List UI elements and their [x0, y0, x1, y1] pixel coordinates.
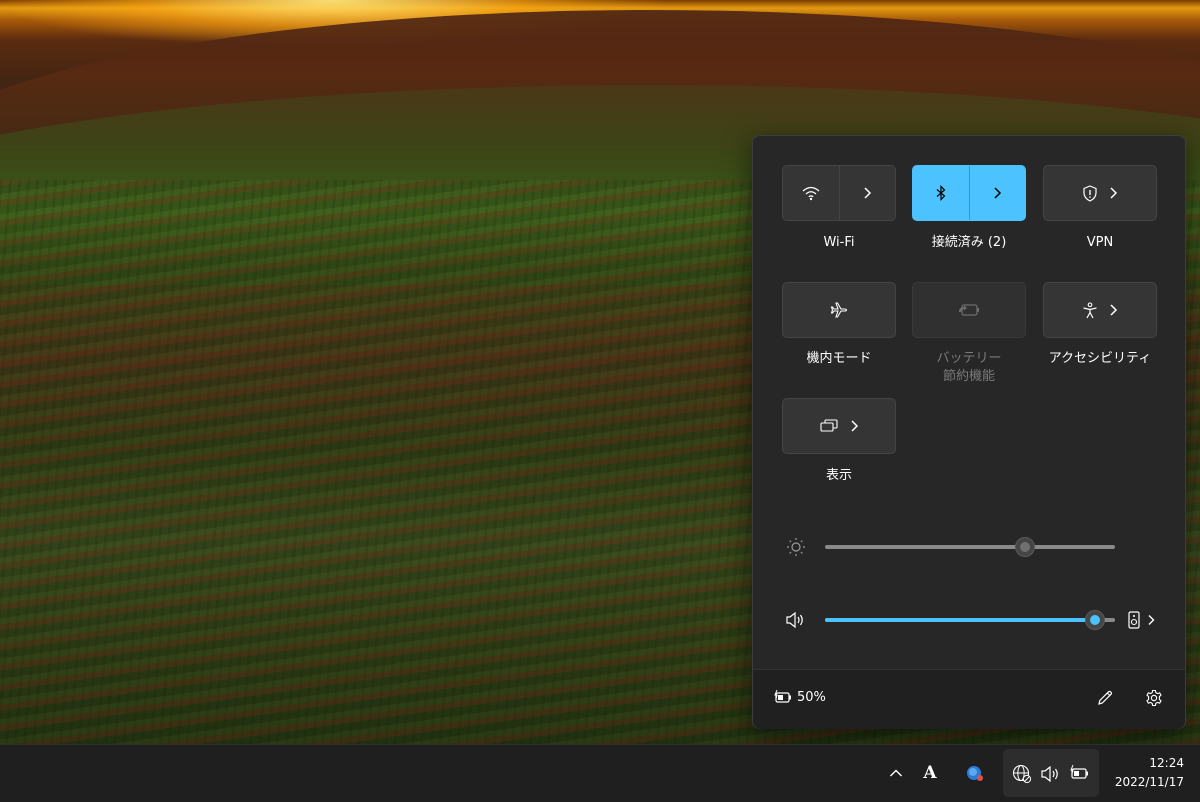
battery-icon [1070, 764, 1088, 779]
clock-date: 2022/11/17 [1114, 775, 1184, 789]
brightness-icon [787, 538, 805, 556]
chevron-right-icon [851, 420, 859, 432]
bluetooth-icon [936, 185, 946, 201]
volume-icon [1041, 766, 1058, 782]
brightness-slider-row [753, 532, 1185, 562]
thumb-center [1020, 542, 1031, 552]
network-globe-icon [1012, 764, 1032, 784]
battery-percentage[interactable]: 50% [797, 690, 826, 705]
battery-saver-icon [959, 304, 979, 316]
chevron-right-icon [994, 187, 1002, 199]
volume-icon[interactable] [785, 611, 807, 629]
clock-time: 12:24 [1149, 756, 1184, 770]
vpn-shield-icon [1083, 184, 1097, 202]
battery-saver-label-line1: バッテリー [936, 351, 1002, 366]
wifi-more-button[interactable] [839, 166, 895, 220]
taskbar-clock[interactable]: 12:24 2022/11/17 [1115, 754, 1184, 792]
accessibility-icon [1083, 301, 1097, 318]
copilot-button[interactable] [963, 761, 987, 785]
display-tile[interactable] [782, 398, 896, 454]
bluetooth-toggle-button[interactable] [913, 166, 969, 220]
show-hidden-icons-button[interactable] [884, 761, 908, 785]
chevron-right-icon [864, 187, 872, 199]
chevron-up-icon [890, 769, 902, 777]
quick-settings-panel: Wi-Fi 接続済み (2) VPN 機内モード バッテリー 節約機能 アクセシ… [752, 135, 1186, 729]
edit-pencil-icon [1098, 690, 1113, 705]
chevron-right-icon [1110, 187, 1118, 199]
chevron-right-icon [1110, 304, 1118, 316]
airplane-icon [830, 302, 848, 318]
battery-saver-tile[interactable] [912, 282, 1026, 338]
edit-quick-settings-button[interactable] [1091, 684, 1119, 712]
battery-saver-label: バッテリー 節約機能 [904, 350, 1034, 386]
vpn-tile[interactable] [1043, 165, 1157, 221]
audio-output-button[interactable] [1127, 609, 1163, 631]
brightness-slider[interactable] [825, 545, 1115, 549]
brightness-slider-thumb[interactable] [1015, 537, 1036, 557]
settings-gear-icon [1146, 689, 1162, 707]
audio-output-icon [1128, 611, 1140, 629]
taskbar: A 12:24 2022/11/17 [0, 744, 1200, 802]
open-settings-button[interactable] [1140, 684, 1168, 712]
accessibility-tile[interactable] [1043, 282, 1157, 338]
bluetooth-tile [912, 165, 1026, 221]
airplane-mode-tile[interactable] [782, 282, 896, 338]
quick-settings-footer: 50% [753, 669, 1185, 729]
accessibility-label: アクセシビリティ [1048, 351, 1152, 366]
bluetooth-label: 接続済み (2) [931, 235, 1007, 250]
wifi-label: Wi-Fi [823, 235, 855, 250]
battery-saver-label-line2: 節約機能 [942, 369, 995, 384]
volume-slider-thumb[interactable] [1084, 610, 1105, 630]
copilot-icon [967, 766, 983, 781]
wifi-icon [802, 186, 820, 201]
vpn-label: VPN [1086, 235, 1114, 250]
quick-settings-tray-button[interactable] [1003, 749, 1099, 797]
ime-mode-indicator[interactable]: A [918, 761, 942, 785]
wifi-toggle-button[interactable] [783, 166, 839, 220]
volume-slider-row [753, 605, 1185, 635]
thumb-center [1089, 615, 1100, 625]
chevron-right-icon [1148, 615, 1155, 625]
airplane-mode-label: 機内モード [806, 351, 872, 366]
volume-slider-fill [825, 618, 1095, 622]
wifi-tile [782, 165, 896, 221]
display-icon [820, 419, 838, 432]
display-label: 表示 [825, 468, 852, 483]
bluetooth-more-button[interactable] [969, 166, 1025, 220]
battery-icon[interactable] [773, 689, 793, 705]
